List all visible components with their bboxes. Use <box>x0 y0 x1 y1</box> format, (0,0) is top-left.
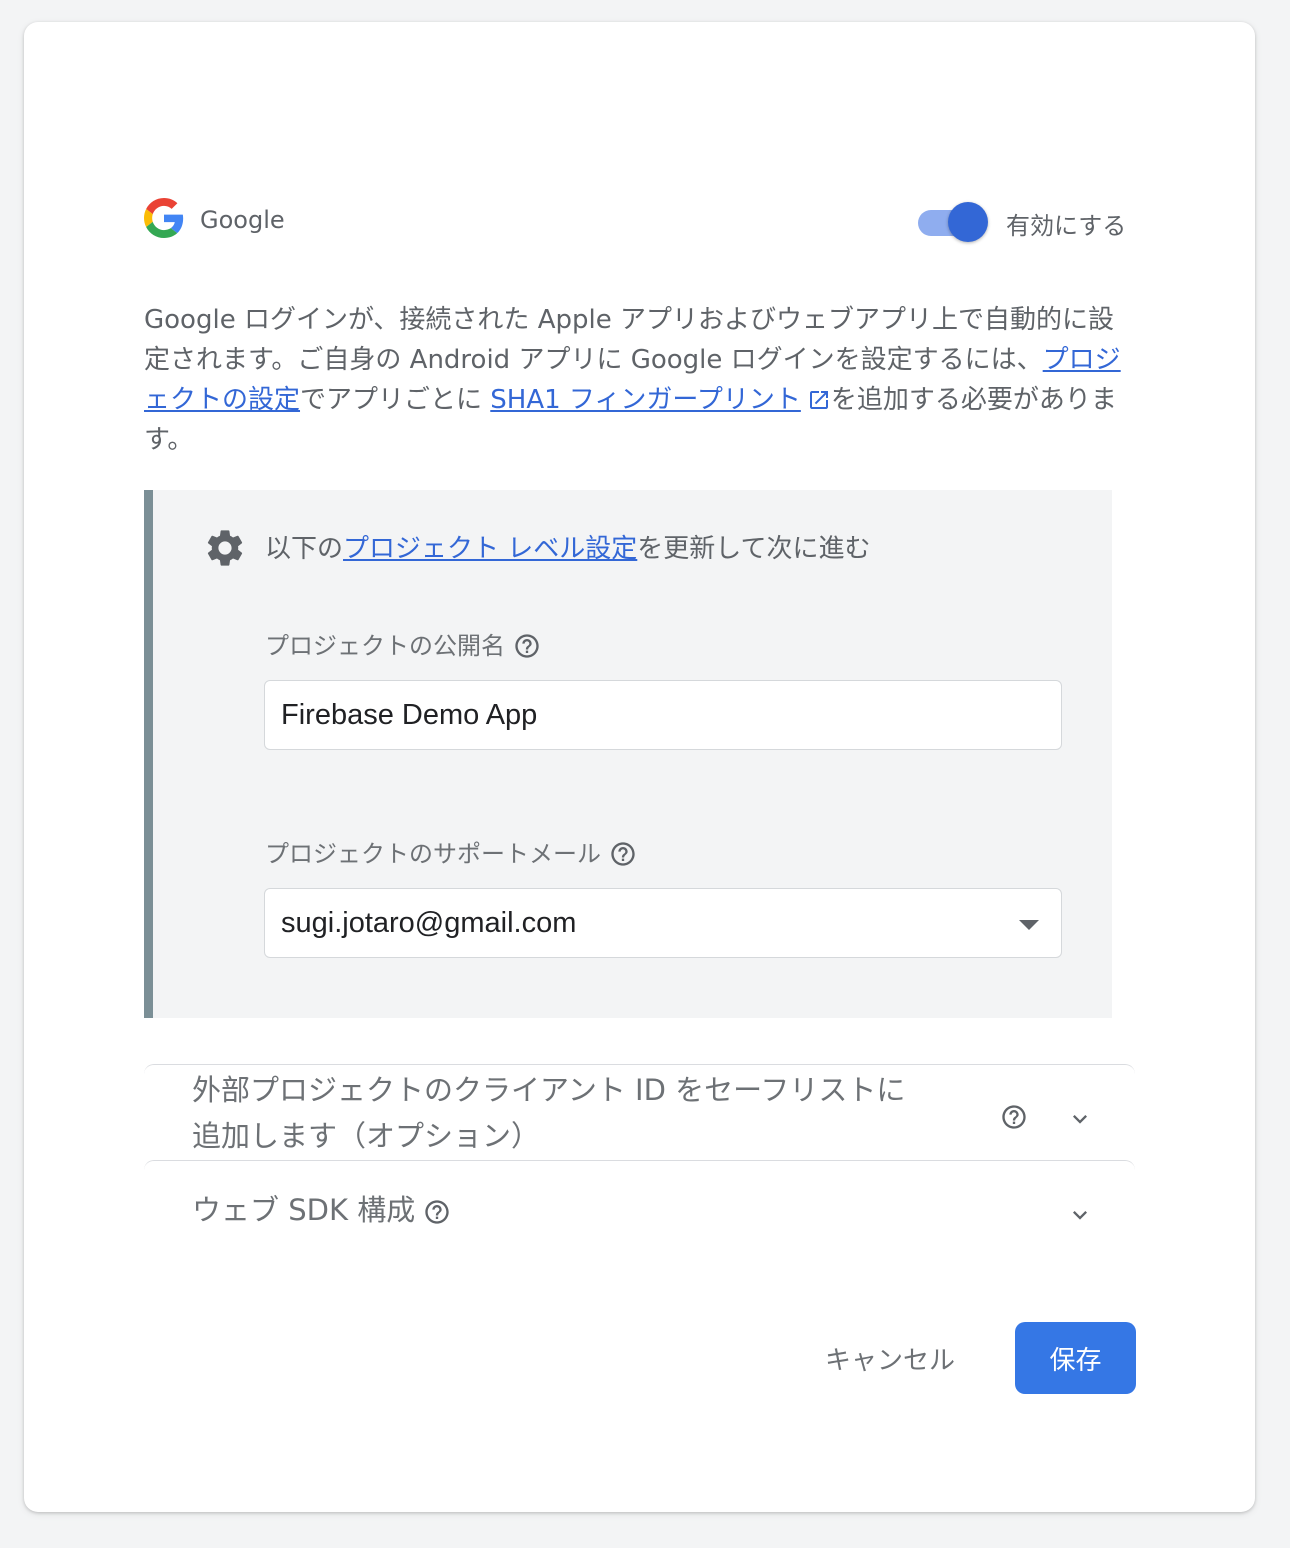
toggle-knob <box>948 202 988 242</box>
chevron-down-icon <box>1073 1211 1087 1220</box>
safelist-title-line1: 外部プロジェクトのクライアント ID をセーフリストに <box>192 1073 906 1107</box>
support-email-label: プロジェクトのサポートメール <box>265 840 601 868</box>
provider-header: Google 有効にする <box>144 198 1135 244</box>
enable-toggle[interactable] <box>918 202 990 242</box>
dropdown-arrow-icon <box>1019 920 1039 930</box>
provider-name: Google <box>200 206 285 234</box>
cancel-button[interactable]: キャンセル <box>810 1324 970 1392</box>
description-part2: でアプリごとに <box>300 385 491 415</box>
gear-icon <box>207 530 243 566</box>
safelist-client-ids-expander[interactable]: 外部プロジェクトのクライアント ID をセーフリストに 追加します（オプション） <box>144 1064 1135 1160</box>
web-sdk-title-text: ウェブ SDK 構成 <box>192 1193 416 1227</box>
external-link-icon <box>809 391 828 409</box>
panel-title-prefix: 以下の <box>265 534 344 564</box>
web-sdk-title: ウェブ SDK 構成 <box>192 1187 451 1233</box>
support-email-label-row: プロジェクトのサポートメール <box>265 834 637 869</box>
web-sdk-config-expander[interactable]: ウェブ SDK 構成 <box>144 1160 1135 1256</box>
safelist-title-line2: 追加します（オプション） <box>192 1119 541 1153</box>
panel-header: 以下のプロジェクト レベル設定を更新して次に進む <box>203 526 1083 570</box>
help-icon[interactable] <box>513 632 541 660</box>
support-email-value: sugi.jotaro@gmail.com <box>281 907 577 939</box>
help-icon[interactable] <box>1000 1103 1028 1131</box>
public-name-input[interactable] <box>264 680 1062 750</box>
description-text: Google ログインが、接続された Apple アプリおよびウェブアプリ上で自… <box>144 300 1139 460</box>
project-settings-panel: 以下のプロジェクト レベル設定を更新して次に進む プロジェクトの公開名 プロジェ… <box>144 490 1112 1018</box>
provider-config-dialog: Google 有効にする Google ログインが、接続された Apple アプ… <box>24 22 1255 1512</box>
help-icon[interactable] <box>423 1198 451 1226</box>
help-icon[interactable] <box>609 840 637 868</box>
save-button[interactable]: 保存 <box>1015 1322 1136 1394</box>
public-name-label-row: プロジェクトの公開名 <box>265 626 541 661</box>
enable-toggle-label: 有効にする <box>1006 212 1127 240</box>
google-logo-icon <box>144 198 184 238</box>
panel-title: 以下のプロジェクト レベル設定を更新して次に進む <box>265 528 871 565</box>
public-name-label: プロジェクトの公開名 <box>265 632 505 660</box>
support-email-select[interactable]: sugi.jotaro@gmail.com <box>264 888 1062 958</box>
panel-title-suffix: を更新して次に進む <box>637 534 871 564</box>
description-part1: Google ログインが、接続された Apple アプリおよびウェブアプリ上で自… <box>144 305 1114 375</box>
safelist-expander-title: 外部プロジェクトのクライアント ID をセーフリストに 追加します（オプション） <box>192 1067 905 1159</box>
project-level-settings-link[interactable]: プロジェクト レベル設定 <box>343 534 637 564</box>
sha1-link-text: SHA1 フィンガープリント <box>490 385 801 415</box>
chevron-down-icon <box>1073 1115 1087 1124</box>
sha1-fingerprint-link[interactable]: SHA1 フィンガープリント <box>490 385 831 415</box>
